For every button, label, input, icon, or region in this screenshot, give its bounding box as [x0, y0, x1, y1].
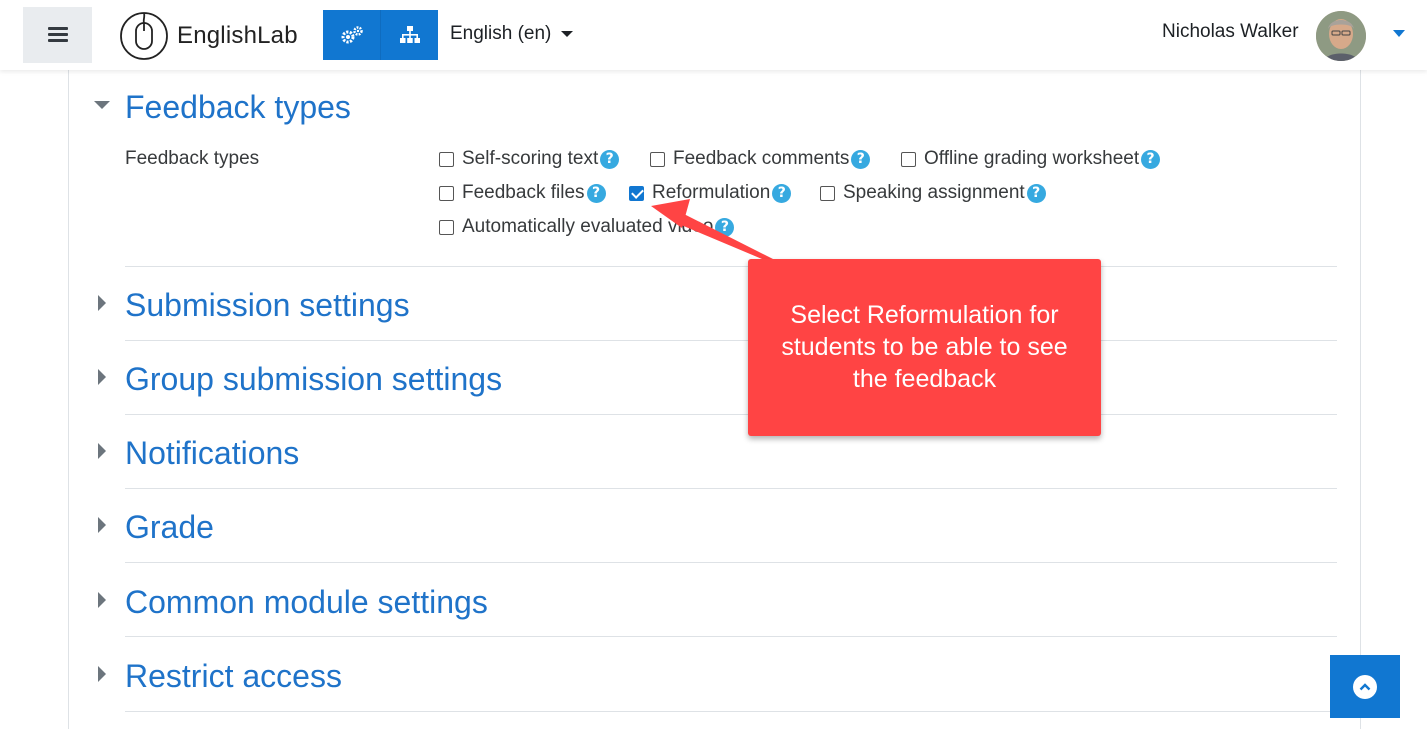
- help-icon[interactable]: ?: [1026, 183, 1046, 203]
- top-navbar: EnglishLab English (en) Nicholas Walker: [0, 0, 1427, 70]
- help-icon[interactable]: ?: [851, 149, 871, 169]
- course-structure-button[interactable]: [380, 10, 438, 60]
- option-speaking-assignment[interactable]: Speaking assignment ?: [820, 182, 1046, 204]
- checkbox[interactable]: [439, 219, 454, 235]
- option-label: Reformulation: [652, 182, 771, 203]
- settings-button[interactable]: [323, 10, 380, 60]
- caret-down-icon: [561, 31, 574, 37]
- divider: [125, 636, 1337, 637]
- language-label: English (en): [450, 23, 552, 44]
- checkbox[interactable]: [439, 151, 454, 167]
- section-title-notifications[interactable]: Notifications: [125, 435, 299, 472]
- option-automatically-evaluated-video[interactable]: Automatically evaluated video ?: [439, 216, 735, 238]
- option-feedback-comments[interactable]: Feedback comments ?: [650, 148, 871, 170]
- section-title-feedback-types[interactable]: Feedback types: [125, 89, 351, 126]
- brand-name: EnglishLab: [177, 22, 298, 49]
- option-label: Self-scoring text: [462, 148, 599, 169]
- user-menu-chevron-down-icon[interactable]: [1393, 30, 1405, 37]
- checkbox[interactable]: [650, 151, 665, 167]
- expand-caret-icon[interactable]: [98, 443, 106, 459]
- option-label: Automatically evaluated video: [462, 216, 714, 237]
- annotation-callout: Select Reformulation for students to be …: [748, 259, 1101, 436]
- callout-line: the feedback: [852, 365, 997, 393]
- option-reformulation[interactable]: Reformulation ?: [629, 182, 792, 204]
- checkbox[interactable]: [439, 185, 454, 201]
- menu-icon: [47, 27, 68, 43]
- menu-toggle-button[interactable]: [23, 7, 92, 63]
- expand-caret-icon[interactable]: [98, 295, 106, 311]
- mouse-logo-icon: [120, 12, 168, 60]
- site-logo[interactable]: EnglishLab: [119, 11, 298, 61]
- admin-toolbar: [323, 10, 438, 60]
- avatar[interactable]: [1316, 11, 1366, 61]
- expand-caret-icon[interactable]: [98, 369, 106, 385]
- avatar-image: [1316, 11, 1366, 61]
- section-title-submission-settings[interactable]: Submission settings: [125, 287, 410, 324]
- help-icon[interactable]: ?: [1141, 149, 1161, 169]
- checkbox-checked[interactable]: [629, 185, 644, 201]
- chevron-up-icon: [1353, 674, 1377, 699]
- option-feedback-files[interactable]: Feedback files ?: [439, 182, 606, 204]
- divider: [125, 711, 1337, 712]
- divider: [125, 488, 1337, 489]
- divider: [125, 562, 1337, 563]
- checkbox[interactable]: [901, 151, 916, 167]
- language-menu[interactable]: English (en): [450, 23, 574, 45]
- section-title-group-submission-settings[interactable]: Group submission settings: [125, 361, 502, 398]
- divider: [125, 414, 1337, 415]
- back-to-top-button[interactable]: [1330, 655, 1400, 718]
- option-offline-grading-worksheet[interactable]: Offline grading worksheet ?: [901, 148, 1161, 170]
- sitemap-icon: [399, 26, 420, 43]
- divider: [125, 266, 1337, 267]
- page-border: [68, 70, 69, 729]
- page-border: [1360, 70, 1361, 729]
- option-label: Feedback comments: [673, 148, 850, 169]
- cogs-icon: [341, 26, 363, 44]
- user-name[interactable]: Nicholas Walker: [1162, 21, 1299, 43]
- callout-line: students to be able to see: [781, 333, 1068, 361]
- option-label: Offline grading worksheet: [924, 148, 1140, 169]
- callout-line: Select Reformulation for: [790, 301, 1059, 329]
- feedback-types-label: Feedback types: [125, 148, 260, 169]
- section-title-common-module-settings[interactable]: Common module settings: [125, 584, 488, 621]
- expand-caret-icon[interactable]: [98, 666, 106, 682]
- collapse-caret-icon[interactable]: [94, 101, 110, 109]
- section-title-grade[interactable]: Grade: [125, 509, 214, 546]
- divider: [125, 340, 1337, 341]
- option-self-scoring-text[interactable]: Self-scoring text ?: [439, 148, 620, 170]
- option-label: Speaking assignment: [843, 182, 1025, 203]
- option-label: Feedback files: [462, 182, 585, 203]
- help-icon[interactable]: ?: [600, 149, 620, 169]
- section-title-restrict-access[interactable]: Restrict access: [125, 658, 342, 695]
- checkbox[interactable]: [820, 185, 835, 201]
- help-icon[interactable]: ?: [586, 183, 606, 203]
- expand-caret-icon[interactable]: [98, 517, 106, 533]
- expand-caret-icon[interactable]: [98, 592, 106, 608]
- help-icon[interactable]: ?: [772, 183, 792, 203]
- help-icon[interactable]: ?: [715, 217, 735, 237]
